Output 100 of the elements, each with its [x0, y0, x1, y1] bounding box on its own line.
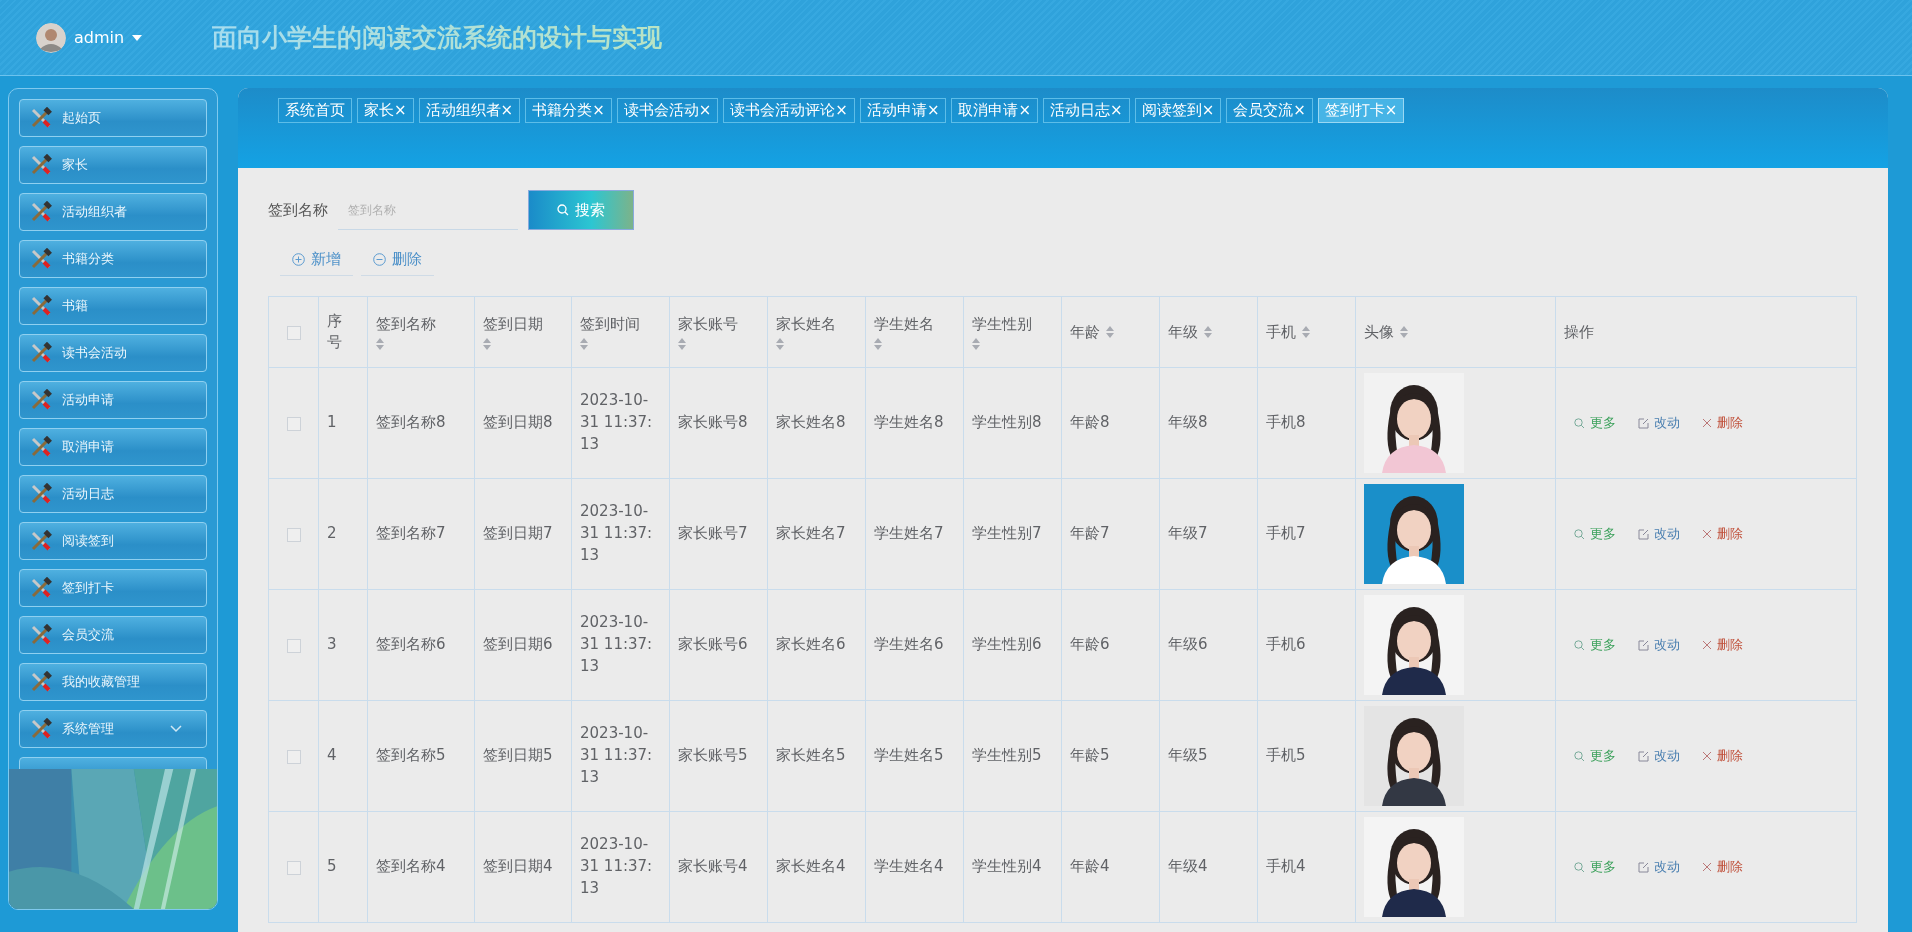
- plus-circle-icon: [292, 253, 305, 266]
- edit-link[interactable]: 改动: [1638, 636, 1680, 654]
- more-link[interactable]: 更多: [1574, 747, 1616, 765]
- checkbox[interactable]: [286, 749, 301, 764]
- sort-icon: [376, 337, 384, 350]
- tools-icon: [30, 718, 52, 740]
- avatar-icon[interactable]: [36, 22, 66, 53]
- tools-icon: [30, 624, 52, 646]
- tab[interactable]: 签到打卡×: [1317, 98, 1405, 123]
- table-cell: 家长账号8: [678, 412, 748, 434]
- table-cell: 年级8: [1168, 412, 1208, 434]
- sidebar-item[interactable]: 读书会活动: [19, 334, 207, 372]
- table-cell: 手机8: [1266, 412, 1306, 434]
- sidebar-item[interactable]: 书籍: [19, 287, 207, 325]
- sidebar-item[interactable]: 活动申请: [19, 381, 207, 419]
- sidebar-item[interactable]: 签到打卡: [19, 569, 207, 607]
- table-cell: 年龄6: [1070, 634, 1110, 656]
- checkbox[interactable]: [286, 638, 301, 653]
- table-cell: 家长账号7: [678, 523, 748, 545]
- sidebar-item[interactable]: 活动组织者: [19, 193, 207, 231]
- tab[interactable]: 会员交流×: [1226, 98, 1313, 123]
- edit-icon: [1638, 528, 1649, 540]
- user-name[interactable]: admin: [74, 28, 125, 47]
- table-cell: 3: [327, 634, 337, 656]
- column-header[interactable]: 手机: [1266, 322, 1310, 342]
- table-cell: 年龄8: [1070, 412, 1110, 434]
- tab[interactable]: 阅读签到×: [1134, 98, 1222, 123]
- tools-icon: [30, 154, 52, 176]
- tools-icon: [30, 248, 52, 270]
- table-cell: 签到日期5: [483, 745, 553, 767]
- delete-link[interactable]: 删除: [1702, 414, 1743, 432]
- table-cell: 签到日期4: [483, 856, 553, 878]
- delete-link[interactable]: 删除: [1702, 636, 1743, 654]
- tab[interactable]: 活动日志×: [1043, 98, 1130, 123]
- tools-icon: [30, 201, 52, 223]
- sidebar-item[interactable]: 书籍分类: [19, 240, 207, 278]
- tab[interactable]: 系统首页: [278, 98, 352, 123]
- edit-link[interactable]: 改动: [1638, 414, 1680, 432]
- checkbox[interactable]: [286, 860, 301, 875]
- tab[interactable]: 书籍分类×: [525, 98, 612, 123]
- search-button[interactable]: 搜索: [528, 190, 634, 230]
- delete-button[interactable]: 删除: [361, 244, 434, 276]
- column-header[interactable]: 操作: [1564, 322, 1594, 342]
- delete-link[interactable]: 删除: [1702, 747, 1743, 765]
- sidebar-item[interactable]: 阅读签到: [19, 522, 207, 560]
- table-cell: 学生姓名6: [874, 634, 944, 656]
- sidebar-item[interactable]: 我的收藏管理: [19, 663, 207, 701]
- sidebar-item[interactable]: 取消申请: [19, 428, 207, 466]
- table-cell-text: 2023-10-31 11:37:13: [580, 723, 654, 788]
- sort-icon: [483, 337, 491, 350]
- caret-icon[interactable]: [132, 34, 143, 41]
- delete-link[interactable]: 删除: [1702, 525, 1743, 543]
- more-link[interactable]: 更多: [1574, 858, 1616, 876]
- delete-link[interactable]: 删除: [1702, 858, 1743, 876]
- edit-link[interactable]: 改动: [1638, 747, 1680, 765]
- table-cell: 手机6: [1266, 634, 1306, 656]
- tab[interactable]: 家长×: [357, 98, 414, 123]
- more-link[interactable]: 更多: [1574, 525, 1616, 543]
- table-cell: 手机7: [1266, 523, 1306, 545]
- table-cell: 家长账号5: [678, 745, 748, 767]
- table-cell: 年级6: [1168, 634, 1208, 656]
- checkbox[interactable]: [286, 325, 301, 340]
- table-cell: 手机5: [1266, 745, 1306, 767]
- table-cell: 2: [327, 523, 337, 545]
- search-icon: [1574, 528, 1585, 540]
- column-header[interactable]: 序号: [327, 311, 342, 353]
- app-title: 面向小学生的阅读交流系统的设计与实现: [212, 21, 663, 54]
- column-header[interactable]: 年龄: [1070, 322, 1114, 342]
- checkbox[interactable]: [286, 416, 301, 431]
- edit-link[interactable]: 改动: [1638, 525, 1680, 543]
- tools-icon: [30, 389, 52, 411]
- sidebar-item[interactable]: 系统管理: [19, 710, 207, 748]
- tools-icon: [30, 530, 52, 552]
- sidebar-item[interactable]: 起始页: [19, 99, 207, 137]
- add-button[interactable]: 新增: [280, 244, 353, 276]
- search-icon: [1574, 639, 1585, 651]
- sidebar-item[interactable]: 家长: [19, 146, 207, 184]
- edit-icon: [1638, 639, 1649, 651]
- checkbox[interactable]: [286, 527, 301, 542]
- tab[interactable]: 读书会活动×: [616, 98, 719, 123]
- edit-icon: [1638, 750, 1649, 762]
- tab[interactable]: 活动组织者×: [418, 98, 521, 123]
- column-header[interactable]: 年级: [1168, 322, 1212, 342]
- table-cell: 年龄7: [1070, 523, 1110, 545]
- tab[interactable]: 活动申请×: [859, 98, 947, 123]
- table-cell-text: 2023-10-31 11:37:13: [580, 501, 654, 566]
- table-cell: 签到名称8: [376, 412, 446, 434]
- table-cell: 学生性别5: [972, 745, 1042, 767]
- table-cell: 学生姓名4: [874, 856, 944, 878]
- tab[interactable]: 取消申请×: [951, 98, 1039, 123]
- tab[interactable]: 读书会活动评论×: [723, 98, 855, 123]
- sidebar-item[interactable]: 活动日志: [19, 475, 207, 513]
- minus-circle-icon: [373, 253, 386, 266]
- close-icon: [1702, 640, 1712, 650]
- more-link[interactable]: 更多: [1574, 414, 1616, 432]
- edit-link[interactable]: 改动: [1638, 858, 1680, 876]
- sidebar-item[interactable]: 会员交流: [19, 616, 207, 654]
- more-link[interactable]: 更多: [1574, 636, 1616, 654]
- tools-icon: [30, 671, 52, 693]
- column-header[interactable]: 头像: [1364, 322, 1408, 342]
